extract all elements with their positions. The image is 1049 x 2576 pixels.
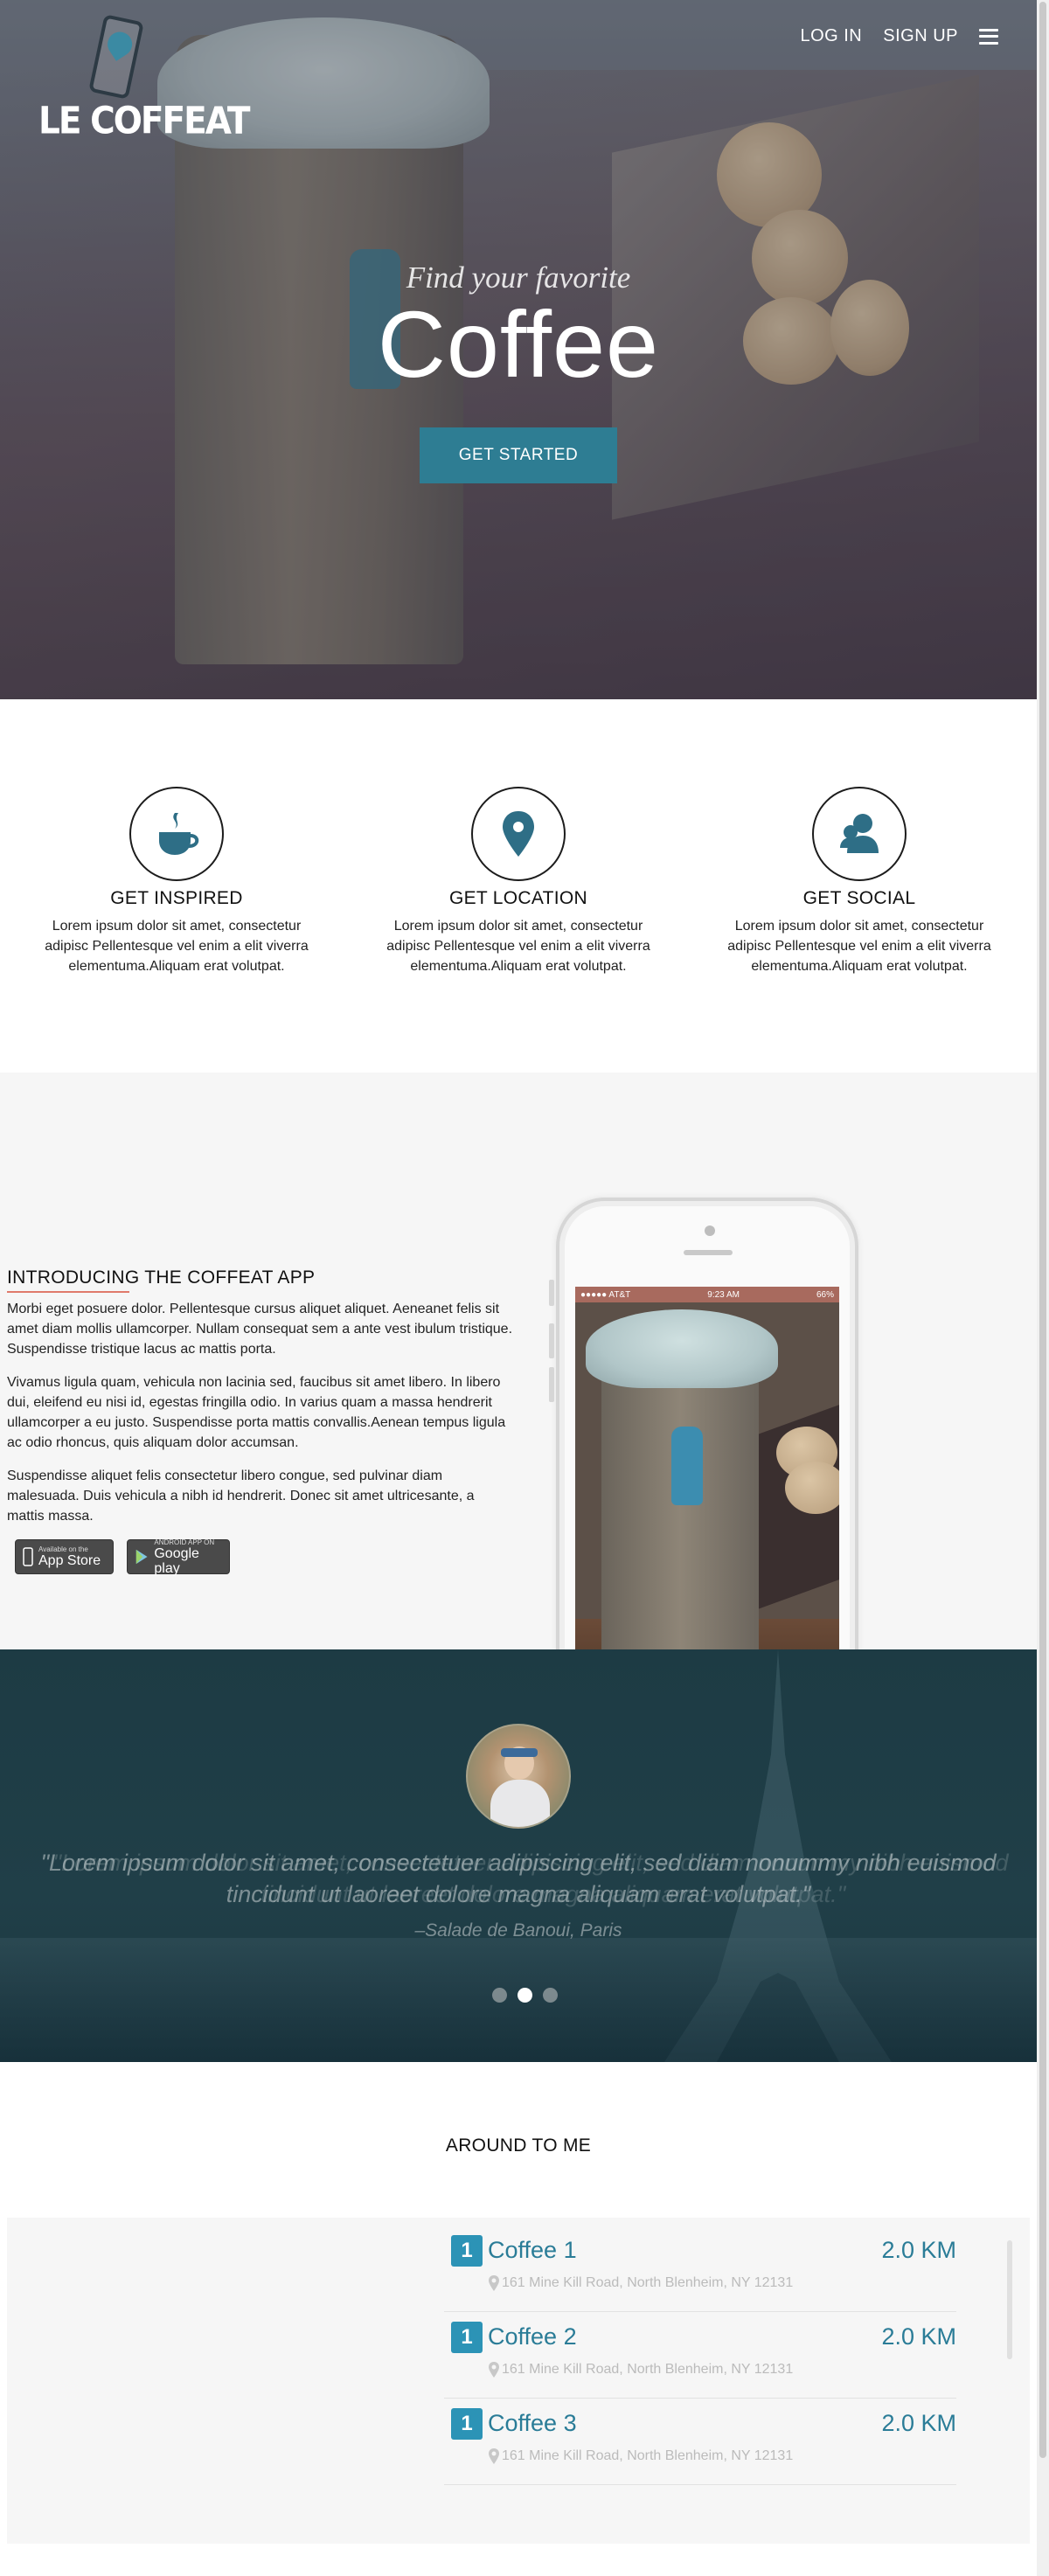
coffee-name: Coffee 1	[488, 2237, 577, 2263]
testimonial-author: –Salade de Banoui, Paris	[414, 1920, 622, 1941]
apple-phone-icon	[23, 1547, 33, 1566]
coffee-name: Coffee 3	[488, 2410, 577, 2436]
phone-camera	[705, 1226, 715, 1236]
hero-subtitle: Find your favorite	[406, 260, 631, 295]
get-started-button[interactable]: GET STARTED	[420, 427, 617, 483]
rank-badge: 1	[451, 2322, 483, 2353]
location-pin-icon	[471, 787, 566, 881]
signup-link[interactable]: SIGN UP	[883, 26, 958, 46]
page-scrollbar[interactable]	[1037, 0, 1049, 2576]
phone-mockup: ●●●●● AT&T 9:23 AM 66%	[549, 1198, 858, 1649]
brand-wordmark: LE COFFEAT	[38, 100, 251, 143]
feature-get-inspired: GET INSPIRED Lorem ipsum dolor sit amet,…	[37, 787, 316, 976]
hero-title: Coffee	[377, 291, 660, 397]
app-paragraph: Vivamus ligula quam, vehicula non lacini…	[7, 1375, 506, 1450]
feature-title: GET LOCATION	[448, 888, 587, 908]
title-underline	[7, 1291, 129, 1293]
distance-label: 2.0 KM	[881, 2237, 956, 2263]
phone-logo-icon	[88, 14, 144, 100]
feature-text: Lorem ipsum dolor sit amet, consectetur …	[45, 919, 309, 974]
features-section: GET INSPIRED Lorem ipsum dolor sit amet,…	[0, 699, 1037, 1073]
nearby-list-panel: 1 Coffee 1 2.0 KM 161 Mine Kill Road, No…	[7, 2218, 1030, 2544]
testimonial-quote: tincidunt ut laoreet dolore magna aliqua…	[226, 1881, 811, 1907]
app-section-title: INTRODUCING THE COFFEAT APP	[7, 1267, 316, 1288]
bottle-logo-image	[671, 1427, 703, 1505]
avatar	[466, 1724, 571, 1829]
feature-text: Lorem ipsum dolor sit amet, consectetur …	[727, 919, 991, 974]
hero-section: LE COFFEAT LOG IN SIGN UP Find your favo…	[0, 0, 1037, 699]
list-item[interactable]: 1 Coffee 2 2.0 KM 161 Mine Kill Road, No…	[444, 2313, 956, 2399]
list-item[interactable]: 1 Coffee 1 2.0 KM 161 Mine Kill Road, No…	[444, 2226, 956, 2312]
brand-logo[interactable]: LE COFFEAT	[38, 14, 251, 143]
around-title: AROUND TO ME	[445, 2135, 592, 2156]
distance-label: 2.0 KM	[881, 2410, 956, 2436]
feature-get-location: GET LOCATION Lorem ipsum dolor sit amet,…	[379, 787, 658, 976]
around-section: AROUND TO ME 1 Coffee 1 2.0 KM 161 Mine …	[0, 2062, 1037, 2576]
feature-get-social: GET SOCIAL Lorem ipsum dolor sit amet, c…	[719, 787, 999, 976]
battery-label: 66%	[816, 1289, 834, 1300]
location-pin-icon	[489, 2448, 499, 2464]
feature-text: Lorem ipsum dolor sit amet, consectetur …	[386, 919, 650, 974]
google-play-icon	[135, 1549, 148, 1565]
people-icon	[812, 787, 907, 881]
distance-label: 2.0 KM	[881, 2323, 956, 2350]
feature-title: GET SOCIAL	[802, 888, 916, 908]
address-label: 161 Mine Kill Road, North Blenheim, NY 1…	[502, 2275, 794, 2290]
time-label: 9:23 AM	[707, 1289, 740, 1300]
list-scrollbar[interactable]	[1007, 2240, 1012, 2359]
testimonial-quote: "Lorem ipsum dolor sit amet, consectetue…	[40, 1850, 997, 1876]
location-pin-icon	[489, 2275, 499, 2291]
phone-screen: ●●●●● AT&T 9:23 AM 66%	[575, 1287, 839, 1649]
address-label: 161 Mine Kill Road, North Blenheim, NY 1…	[502, 2362, 794, 2377]
top-nav: LOG IN SIGN UP	[800, 26, 998, 46]
phone-status-bar: ●●●●● AT&T 9:23 AM 66%	[575, 1287, 839, 1302]
google-play-button[interactable]: ANDROID APP ON Google play	[127, 1538, 230, 1576]
google-play-small-label: ANDROID APP ON	[154, 1538, 215, 1546]
rank-badge: 1	[451, 2235, 483, 2267]
carrier-label: ●●●●● AT&T	[580, 1289, 631, 1300]
coffee-name: Coffee 2	[488, 2323, 577, 2350]
testimonial-section: "Lorem ipsum dolor sit amet, consectetue…	[0, 1649, 1037, 2062]
carousel-dots	[492, 1988, 558, 2003]
address-label: 161 Mine Kill Road, North Blenheim, NY 1…	[502, 2448, 794, 2463]
app-store-label: App Store	[38, 1553, 101, 1568]
carousel-dot[interactable]	[492, 1988, 507, 2003]
app-store-small-label: Available on the	[38, 1545, 88, 1553]
page-scrollbar-thumb[interactable]	[1039, 2, 1046, 2458]
login-link[interactable]: LOG IN	[800, 26, 862, 46]
phone-speaker	[684, 1250, 733, 1255]
rank-badge: 1	[451, 2408, 483, 2440]
feature-title: GET INSPIRED	[110, 888, 243, 908]
app-section: INTRODUCING THE COFFEAT APP Morbi eget p…	[0, 1073, 1037, 1649]
coffee-cup-icon	[129, 787, 224, 881]
app-paragraph: Suspendisse aliquet felis consectetur li…	[7, 1469, 475, 1524]
location-pin-icon	[489, 2362, 499, 2378]
app-store-button[interactable]: Available on the App Store	[15, 1539, 114, 1574]
carousel-dot[interactable]	[543, 1988, 558, 2003]
app-paragraph: Morbi eget posuere dolor. Pellentesque c…	[7, 1302, 513, 1357]
carousel-dot-active[interactable]	[518, 1988, 532, 2003]
list-item[interactable]: 1 Coffee 3 2.0 KM 161 Mine Kill Road, No…	[444, 2399, 956, 2485]
google-play-label: Google play	[154, 1545, 199, 1576]
hamburger-menu-icon[interactable]	[979, 28, 998, 45]
